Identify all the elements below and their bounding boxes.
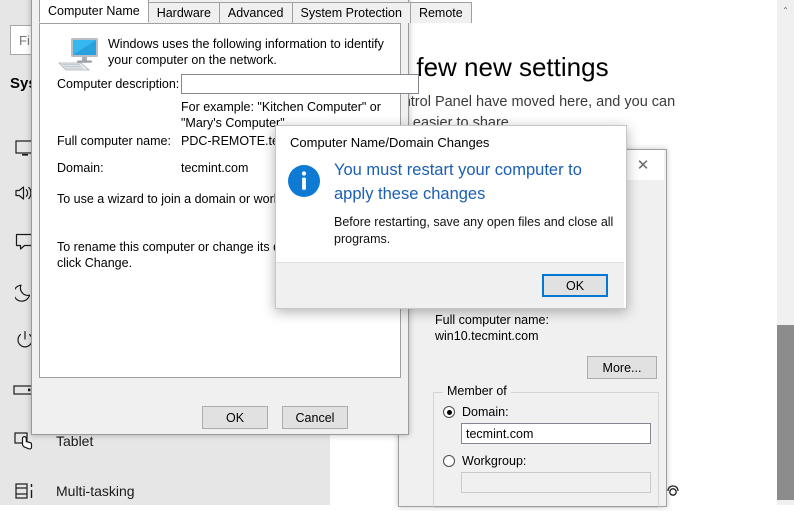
computer-icon bbox=[57, 36, 101, 72]
computer-description-input[interactable] bbox=[181, 74, 419, 94]
workgroup-radio-label: Workgroup: bbox=[462, 454, 527, 468]
computer-description-label: Computer description: bbox=[57, 77, 180, 91]
sidebar-item-multitasking[interactable]: Multi-tasking bbox=[0, 471, 320, 511]
workgroup-input[interactable] bbox=[461, 472, 651, 493]
ok-button[interactable]: OK bbox=[542, 274, 608, 297]
domain-input-value: tecmint.com bbox=[466, 426, 534, 441]
full-computer-name-label: Full computer name: bbox=[435, 313, 549, 327]
full-computer-name-value: win10.tecmint.com bbox=[435, 329, 539, 343]
message-box-heading: You must restart your computer to apply … bbox=[334, 161, 582, 203]
domain-label: Domain: bbox=[57, 161, 104, 175]
tab-computer-name[interactable]: Computer Name bbox=[39, 0, 149, 23]
tab-remote[interactable]: Remote bbox=[409, 2, 472, 23]
message-box-footer: OK bbox=[276, 262, 624, 308]
tab-hardware[interactable]: Hardware bbox=[147, 2, 220, 23]
content-body-line1: om Control Panel have moved here, and yo… bbox=[360, 94, 676, 110]
multitasking-icon bbox=[12, 480, 38, 502]
workgroup-radio[interactable]: Workgroup: bbox=[443, 454, 526, 468]
full-computer-name-label: Full computer name: bbox=[57, 134, 171, 148]
more-button[interactable]: More... bbox=[587, 356, 657, 379]
search-input-value: Fi bbox=[19, 32, 30, 48]
scrollbar[interactable]: ⌃ bbox=[777, 0, 794, 505]
domain-radio[interactable]: Domain: bbox=[443, 405, 509, 419]
sidebar-item-label: Multi-tasking bbox=[56, 483, 135, 499]
domain-input[interactable]: tecmint.com bbox=[461, 423, 651, 444]
cancel-button[interactable]: Cancel bbox=[282, 406, 348, 429]
sidebar-item-label: Tablet bbox=[56, 433, 94, 449]
scrollbar-thumb[interactable] bbox=[777, 325, 794, 500]
settings-footer-icon bbox=[665, 480, 683, 498]
radio-indicator[interactable] bbox=[443, 406, 455, 418]
radio-indicator[interactable] bbox=[443, 455, 455, 467]
message-box-dialog: Computer Name/Domain Changes You must re… bbox=[275, 125, 627, 309]
tab-strip: Computer Name Hardware Advanced System P… bbox=[39, 0, 472, 23]
message-box-body: Before restarting, save any open files a… bbox=[334, 215, 614, 246]
domain-value: tecmint.com bbox=[181, 161, 249, 175]
tab-system-protection[interactable]: System Protection bbox=[291, 2, 411, 23]
intro-text: Windows uses the following information t… bbox=[108, 37, 384, 67]
domain-radio-label: Domain: bbox=[462, 405, 509, 419]
info-icon bbox=[285, 162, 323, 200]
scroll-up-arrow-icon[interactable]: ⌃ bbox=[777, 2, 794, 19]
tab-advanced[interactable]: Advanced bbox=[218, 2, 293, 23]
close-icon[interactable]: ✕ bbox=[622, 150, 664, 180]
member-of-legend: Member of bbox=[443, 384, 511, 398]
ok-button[interactable]: OK bbox=[202, 406, 268, 429]
message-box-title: Computer Name/Domain Changes bbox=[290, 135, 490, 150]
